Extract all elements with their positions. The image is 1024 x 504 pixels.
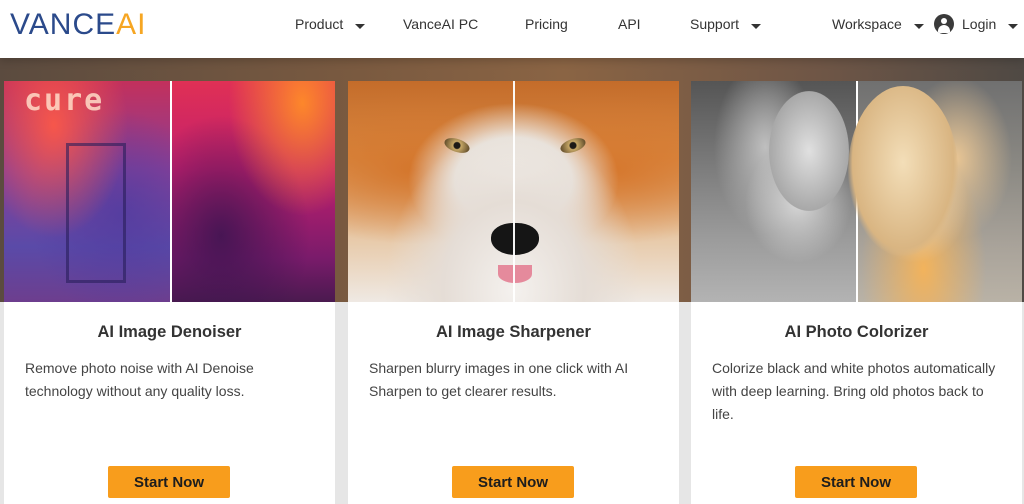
logo-text-vance: VANCE	[10, 8, 117, 41]
tool-card-denoiser: cure AI Image Denoiser Remove photo nois…	[4, 81, 335, 504]
vanceai-logo[interactable]: VANCEAI	[10, 7, 147, 43]
nav-workspace-label: Workspace	[832, 16, 902, 32]
card-description: Sharpen blurry images in one click with …	[369, 360, 629, 399]
start-now-button[interactable]: Start Now	[108, 466, 230, 498]
card-title: AI Image Denoiser	[97, 323, 242, 341]
fox-eye-left	[442, 135, 472, 156]
top-navigation-bar: VANCEAI Product VanceAI PC Pricing API S…	[0, 0, 1024, 58]
nav-pricing-label: Pricing	[525, 16, 568, 32]
nav-support-label: Support	[690, 16, 740, 32]
chevron-down-icon	[355, 23, 366, 29]
card-title: AI Image Sharpener	[436, 323, 591, 341]
tool-card-sharpener: AI Image Sharpener Sharpen blurry images…	[348, 81, 679, 504]
nav-pricing-link[interactable]: Pricing	[525, 0, 568, 48]
start-now-button[interactable]: Start Now	[795, 466, 917, 498]
card-title: AI Photo Colorizer	[784, 323, 929, 341]
chevron-down-icon	[1008, 23, 1019, 29]
nav-support-menu[interactable]: Support	[690, 0, 762, 48]
tool-card-colorizer: AI Photo Colorizer Colorize black and wh…	[691, 81, 1022, 504]
denoiser-before-image: cure	[4, 81, 170, 302]
account-circle-icon	[934, 14, 954, 35]
card-description: Remove photo noise with AI Denoise techn…	[25, 360, 254, 399]
nav-login-label: Login	[962, 16, 997, 32]
sharpener-comparison-image[interactable]	[348, 81, 679, 302]
nav-api-link[interactable]: API	[618, 0, 641, 48]
chevron-down-icon	[913, 23, 924, 29]
fox-eye-right	[558, 135, 588, 156]
neon-sign-text: cure	[24, 83, 105, 118]
nav-product-label: Product	[295, 16, 344, 32]
nav-vanceai-pc-label: VanceAI PC	[403, 16, 479, 32]
nav-api-label: API	[618, 16, 641, 32]
fox-tongue	[498, 265, 532, 283]
colorizer-comparison-image[interactable]	[691, 81, 1022, 302]
nav-product-menu[interactable]: Product	[295, 0, 366, 48]
nav-workspace-menu[interactable]: Workspace	[832, 0, 924, 48]
colorizer-after-image	[848, 81, 1022, 302]
denoiser-comparison-image[interactable]: cure	[4, 81, 335, 302]
logo-text-ai: AI	[116, 8, 147, 41]
denoiser-after-image	[172, 81, 335, 302]
nav-login-menu[interactable]: Login	[934, 0, 1019, 48]
chevron-down-icon	[751, 23, 762, 29]
card-description: Colorize black and white photos automati…	[712, 360, 996, 422]
fox-nose	[491, 223, 539, 255]
comparison-divider[interactable]	[513, 81, 515, 302]
colorizer-before-image	[691, 81, 856, 302]
start-now-button[interactable]: Start Now	[452, 466, 574, 498]
nav-vanceai-pc-link[interactable]: VanceAI PC	[403, 0, 478, 48]
